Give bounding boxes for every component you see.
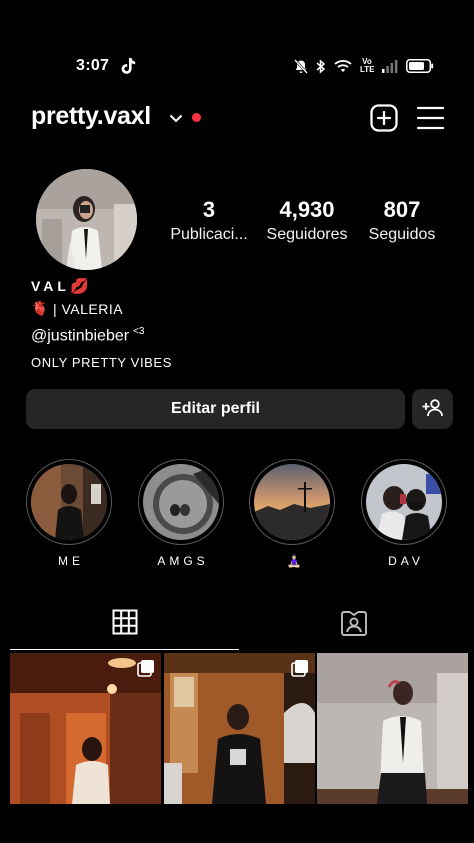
bluetooth-icon: [316, 58, 326, 74]
tagged-person-icon: [340, 609, 368, 642]
mention-text[interactable]: @justinbieber: [31, 327, 129, 344]
highlight-label: ME: [58, 554, 84, 568]
wifi-icon: [334, 59, 352, 73]
heart-emoji: 🫀: [31, 300, 49, 316]
highlight-item[interactable]: 🧘🏻‍♀️: [249, 459, 335, 568]
stat-followers[interactable]: 4,930 Seguidores: [258, 196, 356, 246]
posts-label: Publicaci...: [170, 226, 248, 243]
post-thumbnail[interactable]: [10, 653, 161, 804]
following-count: 807: [383, 197, 421, 222]
bio-line-1-text: | VALERIA: [52, 300, 124, 317]
profile-header: pretty.vaxl: [31, 98, 445, 138]
status-bar: 3:07 Vo LTE: [0, 0, 474, 74]
multiple-posts-icon: [137, 659, 155, 682]
highlight-cover: [31, 464, 107, 540]
display-name-text: VAL: [31, 278, 70, 294]
highlight-item[interactable]: DAV: [361, 459, 447, 568]
notification-dot: [192, 113, 201, 122]
add-post-icon[interactable]: [370, 104, 398, 132]
chevron-down-icon[interactable]: [169, 110, 183, 128]
tab-tagged[interactable]: [239, 600, 468, 650]
bio-line-1: 🫀 | VALERIA: [31, 300, 123, 317]
profile-avatar[interactable]: [36, 169, 137, 270]
highlight-ring[interactable]: [361, 459, 447, 545]
posts-count: 3: [202, 197, 216, 222]
add-person-icon: [422, 398, 444, 420]
bio-line-3: ONLY PRETTY VIBES: [31, 355, 172, 370]
highlight-cover: [143, 464, 219, 540]
bio-mention-link[interactable]: @justinbieber <3: [31, 326, 144, 345]
followers-label: Seguidores: [266, 226, 348, 243]
stat-following[interactable]: 807 Seguidos: [362, 196, 442, 246]
highlight-item[interactable]: AMGS: [138, 459, 224, 568]
multiple-posts-icon: [291, 659, 309, 682]
followers-count: 4,930: [279, 197, 335, 222]
stat-posts[interactable]: 3 Publicaci...: [166, 196, 252, 246]
highlight-label: AMGS: [157, 554, 209, 568]
bio-display-name: VAL 💋: [31, 277, 89, 295]
profile-username[interactable]: pretty.vaxl: [31, 102, 151, 131]
highlight-ring[interactable]: [138, 459, 224, 545]
profile-tabs: [10, 600, 468, 650]
grid-icon: [112, 609, 138, 640]
status-icons: Vo LTE: [294, 57, 434, 75]
highlight-label: DAV: [388, 554, 424, 568]
following-label: Seguidos: [368, 226, 436, 243]
discover-people-button[interactable]: [412, 389, 453, 429]
mute-icon: [294, 58, 308, 74]
highlight-ring[interactable]: [26, 459, 112, 545]
battery-icon: [406, 59, 434, 73]
status-time: 3:07: [76, 57, 110, 74]
highlight-item[interactable]: ME: [26, 459, 112, 568]
menu-icon[interactable]: [416, 105, 445, 131]
highlight-label: 🧘🏻‍♀️: [286, 554, 302, 568]
highlight-cover: [366, 464, 442, 540]
highlight-ring[interactable]: [249, 459, 335, 545]
kiss-emoji: 💋: [69, 278, 89, 295]
edit-profile-button[interactable]: Editar perfil: [26, 389, 405, 429]
tab-grid[interactable]: [10, 600, 239, 650]
tiktok-icon: [120, 57, 136, 75]
mention-suffix: <3: [133, 326, 145, 337]
volte-icon: Vo LTE: [360, 57, 375, 74]
post-thumbnail[interactable]: [317, 653, 468, 804]
highlight-cover: [254, 464, 330, 540]
signal-icon: [382, 59, 398, 73]
post-thumbnail[interactable]: [164, 653, 315, 804]
